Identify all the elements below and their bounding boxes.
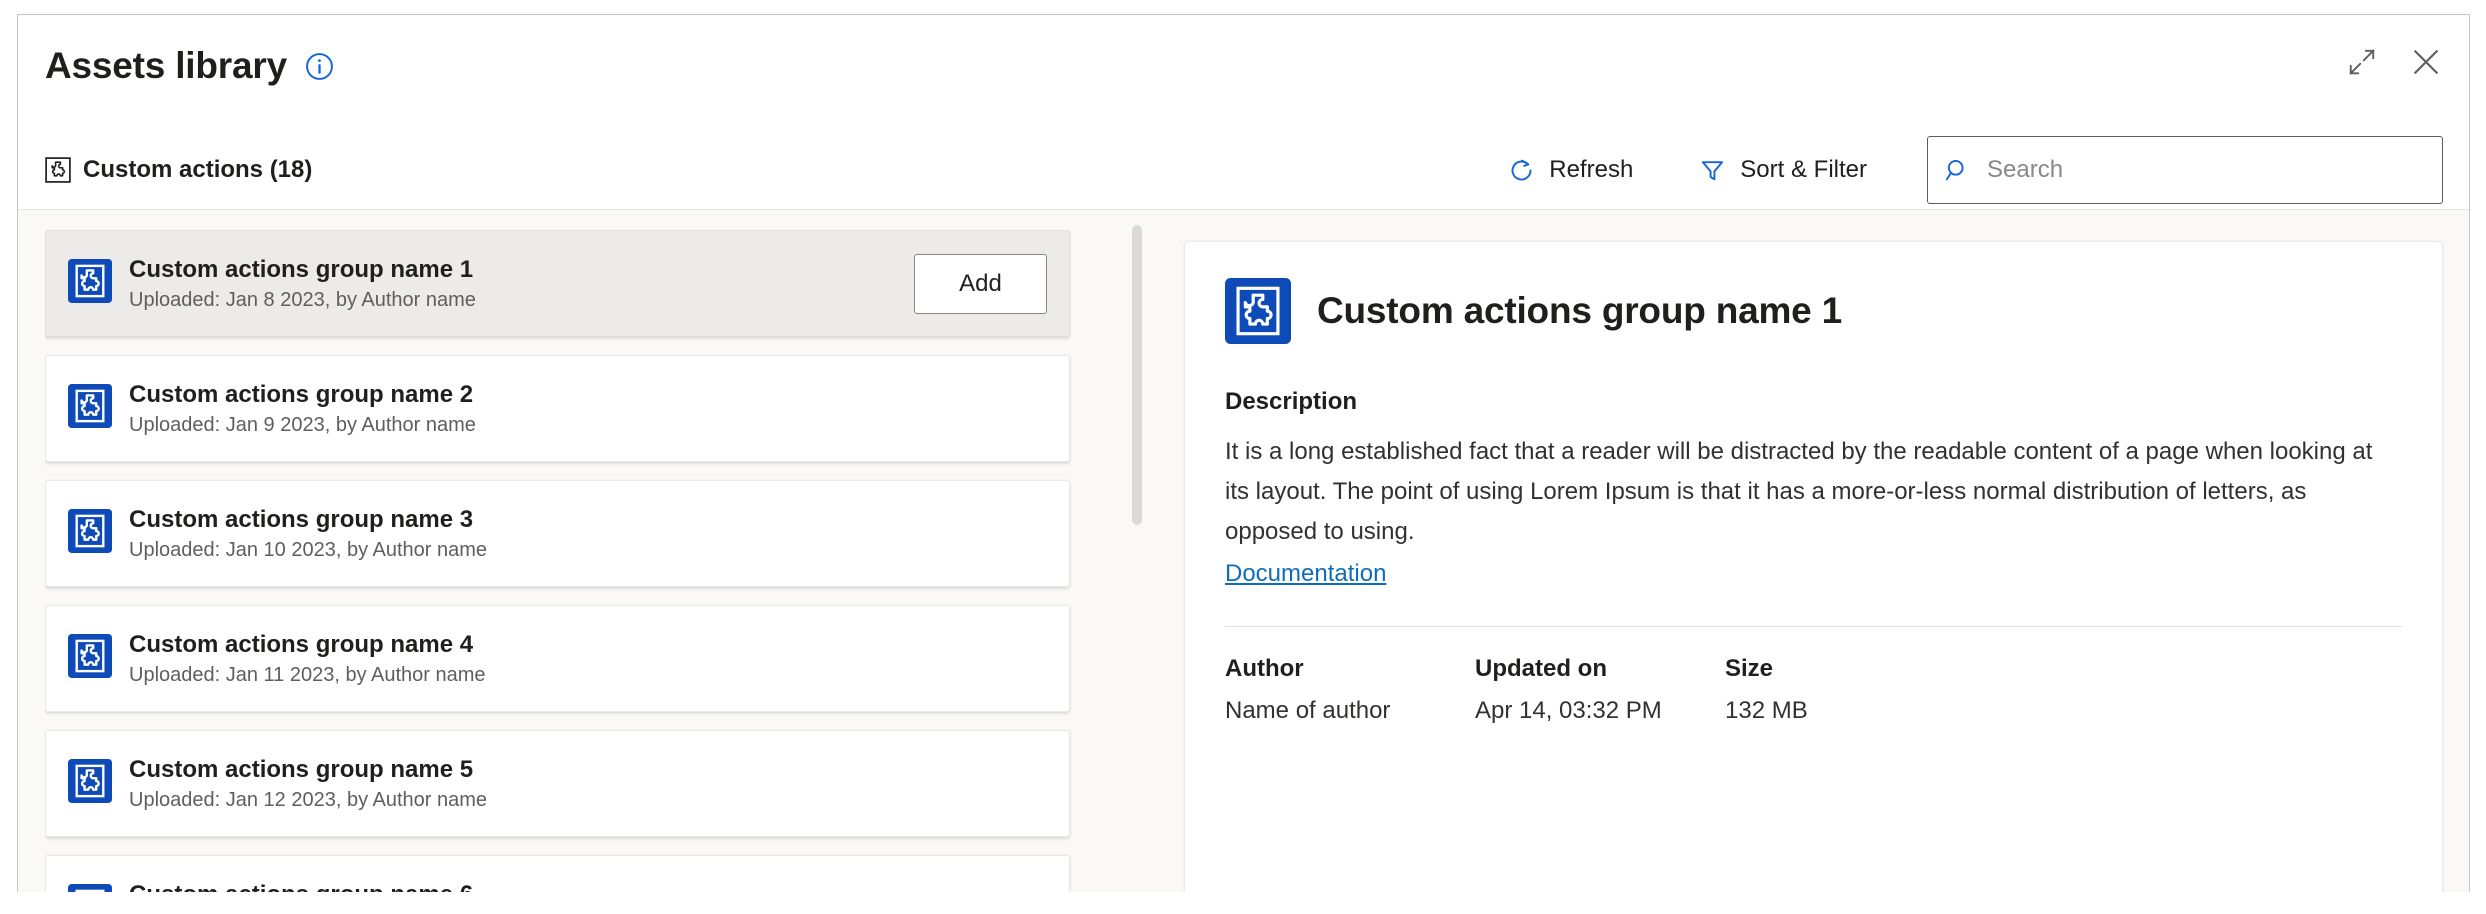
list-item-title: Custom actions group name 3 bbox=[129, 505, 1047, 535]
list-item[interactable]: Custom actions group name 1Uploaded: Jan… bbox=[45, 230, 1070, 337]
assets-list-pane: Custom actions group name 1Uploaded: Jan… bbox=[18, 210, 1115, 892]
list-item-subtitle: Uploaded: Jan 12 2023, by Author name bbox=[129, 787, 1047, 813]
list-item-text: Custom actions group name 3Uploaded: Jan… bbox=[129, 505, 1047, 563]
list-scrollbar-track[interactable] bbox=[1132, 210, 1142, 892]
section-label-text: Custom actions (18) bbox=[83, 156, 312, 184]
refresh-icon bbox=[1508, 157, 1535, 184]
list-item[interactable]: Custom actions group name 5Uploaded: Jan… bbox=[45, 730, 1070, 837]
detail-metadata: Author Updated on Size Name of author Ap… bbox=[1225, 655, 2402, 725]
info-circle-icon[interactable] bbox=[305, 52, 334, 81]
puzzle-piece-icon bbox=[45, 157, 71, 183]
detail-header: Custom actions group name 1 bbox=[1225, 278, 2402, 344]
expand-icon bbox=[2347, 47, 2377, 77]
puzzle-piece-icon bbox=[68, 759, 112, 808]
list-item-title: Custom actions group name 4 bbox=[129, 630, 1047, 660]
list-item-title: Custom actions group name 1 bbox=[129, 255, 914, 285]
section-label-group: Custom actions (18) bbox=[45, 156, 312, 184]
search-icon bbox=[1944, 157, 1971, 184]
list-item[interactable]: Custom actions group name 4Uploaded: Jan… bbox=[45, 605, 1070, 712]
assets-library-dialog: Assets library bbox=[17, 14, 2470, 892]
close-icon bbox=[2409, 45, 2443, 79]
description-heading: Description bbox=[1225, 388, 2402, 416]
list-item-text: Custom actions group name 5Uploaded: Jan… bbox=[129, 755, 1047, 813]
list-item-subtitle: Uploaded: Jan 11 2023, by Author name bbox=[129, 662, 1047, 688]
sort-filter-button[interactable]: Sort & Filter bbox=[1681, 148, 1885, 192]
page-title: Assets library bbox=[45, 44, 287, 88]
list-scrollbar-thumb[interactable] bbox=[1132, 225, 1142, 525]
size-label: Size bbox=[1725, 655, 1975, 683]
list-item-title: Custom actions group name 2 bbox=[129, 380, 1047, 410]
author-value: Name of author bbox=[1225, 697, 1475, 725]
detail-title: Custom actions group name 1 bbox=[1317, 290, 1842, 332]
refresh-button[interactable]: Refresh bbox=[1490, 148, 1651, 192]
close-button[interactable] bbox=[2409, 45, 2443, 79]
filter-icon bbox=[1699, 157, 1726, 184]
author-label: Author bbox=[1225, 655, 1475, 683]
screen: Assets library bbox=[0, 0, 2486, 914]
toolbar: Refresh Sort & Filter bbox=[1490, 136, 2443, 204]
window-actions bbox=[2345, 45, 2443, 79]
assets-list[interactable]: Custom actions group name 1Uploaded: Jan… bbox=[45, 230, 1115, 892]
list-item-text: Custom actions group name 6Uploaded: Jan… bbox=[129, 880, 1047, 893]
description-text: It is a long established fact that a rea… bbox=[1225, 432, 2402, 552]
list-item-subtitle: Uploaded: Jan 10 2023, by Author name bbox=[129, 537, 1047, 563]
updated-on-label: Updated on bbox=[1475, 655, 1725, 683]
sort-filter-label: Sort & Filter bbox=[1740, 156, 1867, 184]
list-item-title: Custom actions group name 5 bbox=[129, 755, 1047, 785]
search-input[interactable] bbox=[1985, 155, 2426, 185]
list-item-subtitle: Uploaded: Jan 8 2023, by Author name bbox=[129, 287, 914, 313]
documentation-link[interactable]: Documentation bbox=[1225, 554, 1386, 594]
dialog-body: Custom actions group name 1Uploaded: Jan… bbox=[18, 210, 2469, 892]
list-item[interactable]: Custom actions group name 2Uploaded: Jan… bbox=[45, 355, 1070, 462]
updated-on-value: Apr 14, 03:32 PM bbox=[1475, 697, 1725, 725]
list-item-subtitle: Uploaded: Jan 9 2023, by Author name bbox=[129, 412, 1047, 438]
subheader: Custom actions (18) Refresh bbox=[45, 135, 2443, 205]
list-item[interactable]: Custom actions group name 3Uploaded: Jan… bbox=[45, 480, 1070, 587]
puzzle-piece-icon bbox=[68, 259, 112, 308]
puzzle-piece-icon bbox=[68, 884, 112, 892]
puzzle-piece-icon bbox=[1225, 278, 1291, 344]
puzzle-piece-icon bbox=[68, 509, 112, 558]
puzzle-piece-icon bbox=[68, 634, 112, 683]
dialog-header: Assets library bbox=[18, 15, 2469, 210]
refresh-label: Refresh bbox=[1549, 156, 1633, 184]
title-row: Assets library bbox=[45, 44, 334, 88]
search-box[interactable] bbox=[1927, 136, 2443, 204]
detail-divider bbox=[1225, 626, 2402, 627]
list-item-text: Custom actions group name 4Uploaded: Jan… bbox=[129, 630, 1047, 688]
size-value: 132 MB bbox=[1725, 697, 1975, 725]
list-item-text: Custom actions group name 1Uploaded: Jan… bbox=[129, 255, 914, 313]
list-item[interactable]: Custom actions group name 6Uploaded: Jan… bbox=[45, 855, 1070, 892]
puzzle-piece-icon bbox=[68, 384, 112, 433]
list-item-title: Custom actions group name 6 bbox=[129, 880, 1047, 893]
add-button[interactable]: Add bbox=[914, 254, 1047, 314]
list-item-text: Custom actions group name 2Uploaded: Jan… bbox=[129, 380, 1047, 438]
asset-detail-panel: Custom actions group name 1 Description … bbox=[1184, 241, 2443, 892]
expand-button[interactable] bbox=[2345, 45, 2379, 79]
